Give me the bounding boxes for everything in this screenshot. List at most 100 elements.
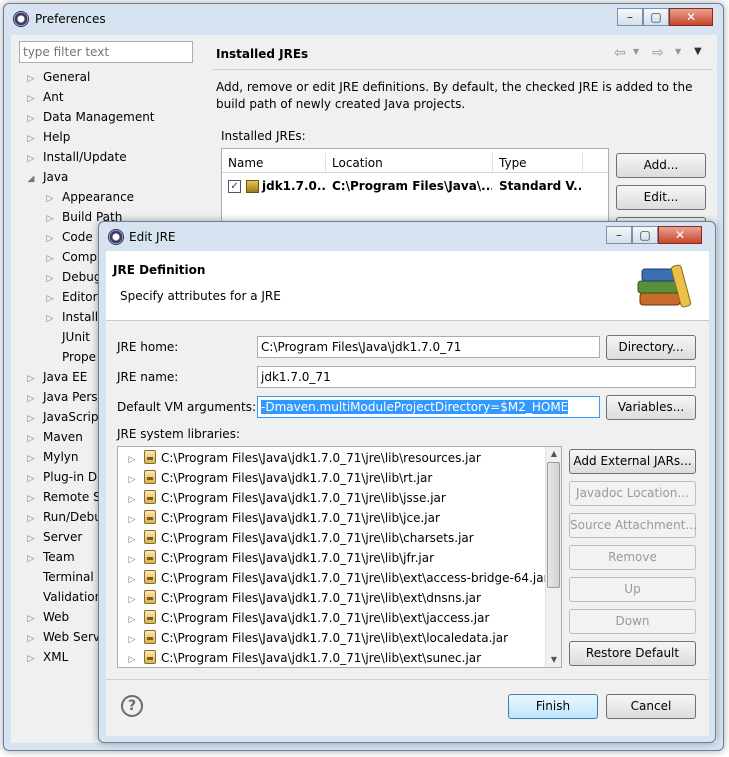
tree-item[interactable]: ▷ Installe <box>44 307 106 327</box>
library-row[interactable]: ▷ C:\Program Files\Java\jdk1.7.0_71\jre\l… <box>126 648 481 667</box>
expand-arrow-icon[interactable]: ▷ <box>126 510 138 530</box>
scroll-down-arrow[interactable]: ▼ <box>546 653 561 667</box>
view-menu-icon[interactable]: ▼ <box>694 46 702 57</box>
tree-item[interactable]: ▷ XML <box>25 647 69 669</box>
library-row[interactable]: ▷ C:\Program Files\Java\jdk1.7.0_71\jre\l… <box>126 468 432 488</box>
expand-arrow-icon[interactable]: ▷ <box>126 630 138 650</box>
forward-menu-icon[interactable]: ▼ <box>675 47 681 56</box>
tree-item[interactable]: ▷ Web <box>25 607 70 629</box>
expand-arrow-icon[interactable]: ▷ <box>25 529 37 549</box>
tree-item[interactable]: ▷ Maven <box>25 427 83 447</box>
expand-arrow-icon[interactable]: ▷ <box>44 229 56 249</box>
expand-arrow-icon[interactable]: ▷ <box>25 109 37 129</box>
expand-arrow-icon[interactable]: ▷ <box>44 309 56 329</box>
down-button[interactable]: Down <box>569 609 696 634</box>
forward-icon[interactable]: ⇨ <box>652 45 664 61</box>
expand-arrow-icon[interactable]: ▷ <box>126 450 138 470</box>
tree-item[interactable]: ▷ Code <box>44 227 93 247</box>
expand-arrow-icon[interactable]: ▷ <box>126 470 138 490</box>
expand-arrow-icon[interactable]: ▷ <box>25 509 37 529</box>
expand-arrow-icon[interactable]: ▷ <box>25 549 37 569</box>
expand-arrow-icon[interactable]: ▷ <box>126 530 138 550</box>
add-external-jars-button[interactable]: Add External JARs... <box>569 449 696 474</box>
tree-item[interactable]: ▷ Run/Debu <box>25 507 102 527</box>
expand-arrow-icon[interactable]: ▷ <box>25 469 37 489</box>
close-button[interactable]: ✕ <box>658 226 702 244</box>
library-row[interactable]: ▷ C:\Program Files\Java\jdk1.7.0_71\jre\l… <box>126 588 481 608</box>
close-button[interactable]: ✕ <box>669 8 713 26</box>
tree-item[interactable]: ▷ Editor <box>44 287 98 307</box>
library-row[interactable]: ▷ C:\Program Files\Java\jdk1.7.0_71\jre\l… <box>126 508 440 528</box>
library-row[interactable]: ▷ C:\Program Files\Java\jdk1.7.0_71\jre\l… <box>126 608 489 628</box>
expand-arrow-icon[interactable]: ▷ <box>44 209 56 229</box>
tree-item[interactable]: Validation <box>25 587 102 607</box>
restore-default-button[interactable]: Restore Default <box>569 641 696 666</box>
tree-item[interactable]: ▷ Ant <box>25 87 64 107</box>
scroll-thumb[interactable] <box>547 462 560 588</box>
expand-arrow-icon[interactable]: ▷ <box>25 149 37 169</box>
variables-button[interactable]: Variables... <box>606 395 696 420</box>
directory-button[interactable]: Directory... <box>606 335 696 360</box>
expand-arrow-icon[interactable]: ▷ <box>25 369 37 389</box>
column-type[interactable]: Type <box>493 153 583 173</box>
expand-arrow-icon[interactable]: ▷ <box>25 489 37 509</box>
table-row[interactable]: ✓ jdk1.7.0... C:\Program Files\Java\... … <box>222 176 608 198</box>
library-row[interactable]: ▷ C:\Program Files\Java\jdk1.7.0_71\jre\l… <box>126 548 434 568</box>
expand-arrow-icon[interactable]: ▷ <box>126 550 138 570</box>
expand-arrow-icon[interactable]: ▷ <box>25 429 37 449</box>
remove-button[interactable]: Remove <box>569 545 696 570</box>
back-icon[interactable]: ⇦ <box>614 45 626 61</box>
minimize-button[interactable]: – <box>617 8 643 26</box>
tree-item[interactable]: ▷ Install/Update <box>25 147 127 167</box>
tree-item[interactable]: ▷ Mylyn <box>25 447 79 467</box>
expand-arrow-icon[interactable]: ▷ <box>25 389 37 409</box>
expand-arrow-icon[interactable]: ▷ <box>25 449 37 469</box>
tree-item[interactable]: ▷ Java EE <box>25 367 88 389</box>
back-menu-icon[interactable]: ▼ <box>633 47 639 56</box>
library-row[interactable]: ▷ C:\Program Files\Java\jdk1.7.0_71\jre\l… <box>126 448 481 468</box>
cancel-button[interactable]: Cancel <box>606 694 696 719</box>
scroll-up-arrow[interactable]: ▲ <box>546 447 561 461</box>
expand-arrow-icon[interactable]: ▷ <box>25 629 37 649</box>
expand-arrow-icon[interactable]: ▷ <box>25 609 37 629</box>
tree-item[interactable]: Prope <box>44 347 96 367</box>
jre-home-input[interactable]: C:\Program Files\Java\jdk1.7.0_71 <box>257 336 600 358</box>
expand-arrow-icon[interactable]: ▷ <box>44 249 56 269</box>
tree-item[interactable]: ▷ Web Serv <box>25 627 100 647</box>
maximize-button[interactable]: ▢ <box>632 226 658 244</box>
edit-jre-titlebar[interactable]: Edit JRE – ▢ ✕ <box>99 222 715 252</box>
expand-arrow-icon[interactable]: ▷ <box>126 590 138 610</box>
library-row[interactable]: ▷ C:\Program Files\Java\jdk1.7.0_71\jre\l… <box>126 488 446 508</box>
expand-arrow-icon[interactable]: ▷ <box>25 89 37 109</box>
tree-item[interactable]: ▷ Help <box>25 127 71 149</box>
expand-arrow-icon[interactable]: ▷ <box>126 570 138 590</box>
expand-arrow-icon[interactable]: ▷ <box>25 409 37 429</box>
jre-checkbox[interactable]: ✓ <box>228 180 241 193</box>
column-location[interactable]: Location <box>326 153 493 173</box>
minimize-button[interactable]: – <box>606 226 632 244</box>
help-icon[interactable]: ? <box>121 695 143 717</box>
jre-name-input[interactable]: jdk1.7.0_71 <box>257 366 696 388</box>
tree-item[interactable]: ▷ Plug-in D <box>25 467 98 489</box>
edit-jre-button[interactable]: Edit... <box>616 185 706 210</box>
tree-item[interactable]: ▷ Server <box>25 527 83 549</box>
tree-item[interactable]: ▷ Appearance <box>44 187 135 207</box>
tree-item[interactable]: ▷ General <box>25 67 91 87</box>
library-row[interactable]: ▷ C:\Program Files\Java\jdk1.7.0_71\jre\l… <box>126 528 474 548</box>
expand-arrow-icon[interactable]: ▷ <box>126 610 138 630</box>
up-button[interactable]: Up <box>569 577 696 602</box>
tree-item[interactable]: Terminal <box>25 567 94 587</box>
expand-arrow-icon[interactable]: ▷ <box>126 490 138 510</box>
preferences-titlebar[interactable]: Preferences – ▢ ✕ <box>4 4 723 34</box>
tree-item[interactable]: ◢ Java <box>25 167 69 189</box>
finish-button[interactable]: Finish <box>508 694 598 719</box>
tree-item[interactable]: ▷ Java Pers <box>25 387 98 407</box>
libraries-scrollbar[interactable]: ▲ ▼ <box>545 447 561 667</box>
tree-item[interactable]: ▷ Remote S <box>25 487 101 507</box>
maximize-button[interactable]: ▢ <box>643 8 669 26</box>
expanded-arrow-icon[interactable]: ◢ <box>25 169 37 189</box>
vm-args-input[interactable]: -Dmaven.multiModuleProjectDirectory=$M2_… <box>257 396 600 418</box>
expand-arrow-icon[interactable]: ▷ <box>25 649 37 669</box>
expand-arrow-icon[interactable]: ▷ <box>25 129 37 149</box>
tree-item[interactable]: ▷ Team <box>25 547 75 567</box>
